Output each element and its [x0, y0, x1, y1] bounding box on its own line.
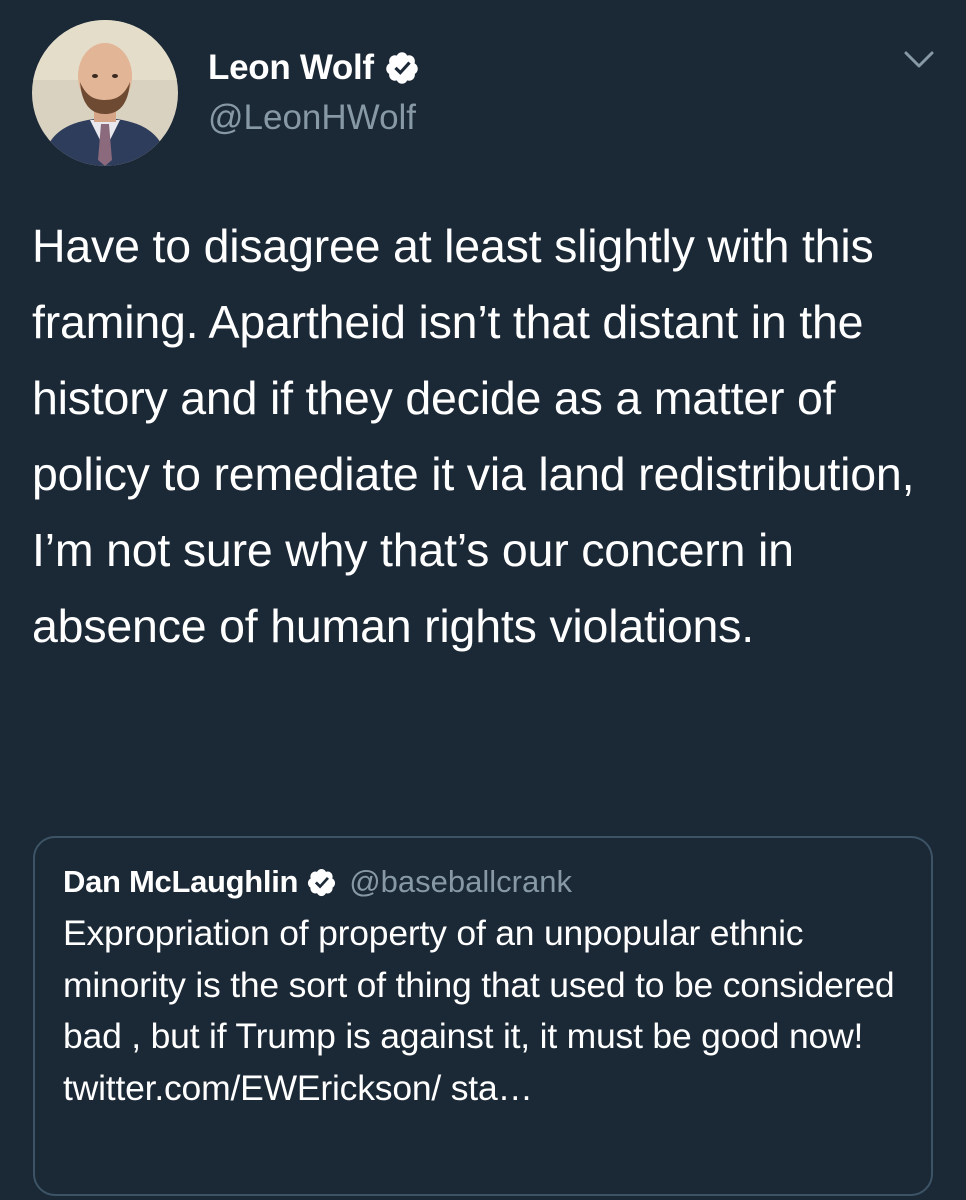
author-name-row: Leon Wolf [208, 46, 420, 90]
author-info: Leon Wolf @LeonHWolf [208, 46, 420, 138]
chevron-down-icon[interactable] [902, 48, 936, 72]
quoted-handle: @baseballcrank [349, 864, 572, 899]
author-avatar[interactable] [32, 20, 178, 166]
tweet-card: Leon Wolf @LeonHWolf Have to disagree at… [0, 0, 966, 1200]
quoted-display-name: Dan McLaughlin [63, 864, 299, 899]
author-handle[interactable]: @LeonHWolf [208, 98, 420, 138]
quoted-tweet-text: Expropriation of property of an unpopula… [63, 913, 895, 1108]
author-display-name[interactable]: Leon Wolf [208, 48, 374, 88]
avatar-image [32, 20, 178, 166]
tweet-text: Have to disagree at least slightly with … [32, 220, 915, 652]
quoted-tweet[interactable]: Dan McLaughlin @baseballcrank Expropriat… [33, 836, 933, 1196]
verified-badge-icon [386, 52, 418, 84]
quoted-verified-badge-icon [308, 868, 336, 896]
quoted-tweet-header: Dan McLaughlin @baseballcrank [63, 858, 903, 906]
